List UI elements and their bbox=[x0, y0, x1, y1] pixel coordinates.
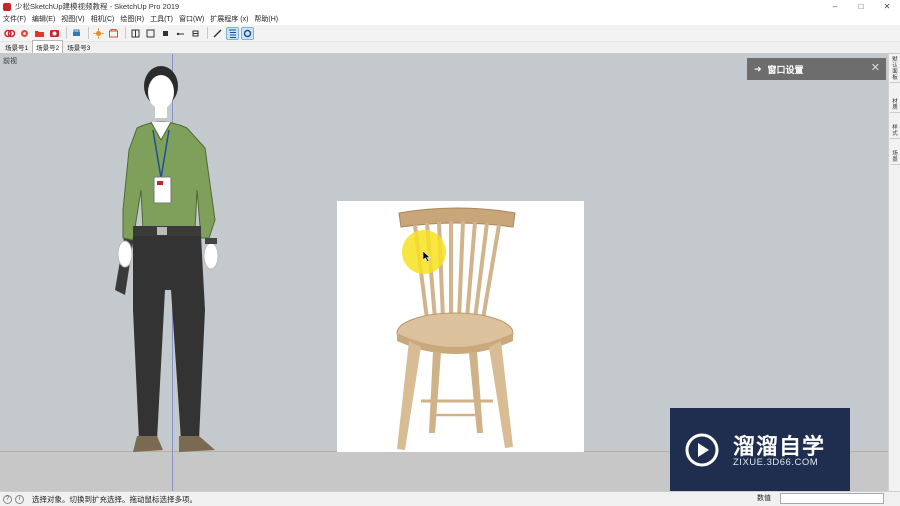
menu-draw[interactable]: 绘图(R) bbox=[120, 14, 144, 24]
gear-icon[interactable] bbox=[18, 27, 31, 40]
left-view-icon[interactable] bbox=[174, 27, 187, 40]
arrow-right-icon: ➜ bbox=[754, 63, 762, 74]
close-button[interactable]: ✕ bbox=[874, 0, 900, 13]
window-title: 少松SketchUp建模视频教程 - SketchUp Pro 2019 bbox=[15, 2, 180, 11]
status-message: 选择对象。切换到扩充选择。拖动鼠标选择多项。 bbox=[32, 494, 197, 504]
tray-close-icon[interactable]: ✕ bbox=[871, 62, 880, 75]
toolbar-separator bbox=[207, 27, 208, 39]
right-tray-strip: 默认面板 材质 样式 场景 bbox=[888, 54, 900, 491]
measurements-input[interactable] bbox=[780, 493, 884, 504]
settings-icon[interactable] bbox=[241, 26, 254, 40]
front-view-icon[interactable] bbox=[129, 27, 142, 40]
menu-help[interactable]: 帮助(H) bbox=[254, 14, 278, 24]
strip-tab-materials[interactable]: 材质 bbox=[890, 98, 900, 113]
back-view-icon[interactable] bbox=[144, 27, 157, 40]
toolbar-separator bbox=[88, 27, 89, 39]
menu-extensions[interactable]: 扩展程序 (x) bbox=[210, 14, 248, 24]
menu-view[interactable]: 视图(V) bbox=[61, 14, 84, 24]
scene-tab-1[interactable]: 场景号1 bbox=[2, 41, 31, 53]
measurements-label: 数值 bbox=[757, 495, 771, 502]
toolbar-separator bbox=[125, 27, 126, 39]
menu-window[interactable]: 窗口(W) bbox=[179, 14, 204, 24]
menu-tools[interactable]: 工具(T) bbox=[150, 14, 173, 24]
menu-bar: 文件(F) 编辑(E) 视图(V) 相机(C) 绘图(R) 工具(T) 窗口(W… bbox=[0, 13, 900, 25]
scene-tab-2[interactable]: 场景号2 bbox=[32, 40, 64, 53]
title-bar: 少松SketchUp建模视频教程 - SketchUp Pro 2019 – □… bbox=[0, 0, 900, 13]
open-folder-icon[interactable] bbox=[33, 27, 46, 40]
scale-figure-person[interactable] bbox=[105, 60, 240, 460]
menu-file[interactable]: 文件(F) bbox=[3, 14, 26, 24]
axes-icon[interactable] bbox=[211, 27, 224, 40]
info-icon[interactable]: i bbox=[15, 494, 24, 504]
play-logo-icon bbox=[685, 433, 719, 467]
sun-settings-icon[interactable] bbox=[92, 27, 105, 40]
strip-tab-default[interactable]: 默认面板 bbox=[890, 56, 900, 83]
toolbar bbox=[0, 25, 900, 42]
watermark-url: ZIXUE.3D66.COM bbox=[733, 457, 819, 468]
help-icon[interactable]: ? bbox=[3, 494, 12, 504]
tray-window-settings[interactable]: ➜ 窗口设置 ✕ bbox=[747, 58, 886, 80]
camera-icon[interactable] bbox=[48, 27, 61, 40]
maximize-button[interactable]: □ bbox=[848, 0, 874, 13]
strip-tab-scenes[interactable]: 场景 bbox=[890, 150, 900, 165]
menu-edit[interactable]: 编辑(E) bbox=[32, 14, 55, 24]
right-view-icon[interactable] bbox=[189, 27, 202, 40]
sketchup-app-icon bbox=[3, 2, 11, 11]
window-controls: – □ ✕ bbox=[822, 0, 900, 13]
components-icon[interactable] bbox=[107, 27, 120, 40]
minimize-button[interactable]: – bbox=[822, 0, 848, 13]
outliner-icon[interactable] bbox=[226, 26, 239, 40]
menu-camera[interactable]: 相机(C) bbox=[91, 14, 115, 24]
mouse-cursor-icon bbox=[423, 251, 431, 262]
top-view-icon[interactable] bbox=[159, 27, 172, 40]
toolbar-separator bbox=[66, 27, 67, 39]
strip-tab-styles[interactable]: 样式 bbox=[890, 124, 900, 139]
chair-image-panel[interactable] bbox=[337, 201, 584, 452]
view-label: 前视 bbox=[3, 58, 17, 65]
scene-tabs: 场景号1 场景号2 场景号3 bbox=[0, 40, 900, 54]
scene-tab-3[interactable]: 场景号3 bbox=[64, 41, 93, 53]
tray-title: 窗口设置 bbox=[767, 64, 804, 75]
chair-image bbox=[396, 207, 516, 450]
select-icon[interactable] bbox=[3, 27, 16, 40]
print-icon[interactable] bbox=[70, 27, 83, 40]
